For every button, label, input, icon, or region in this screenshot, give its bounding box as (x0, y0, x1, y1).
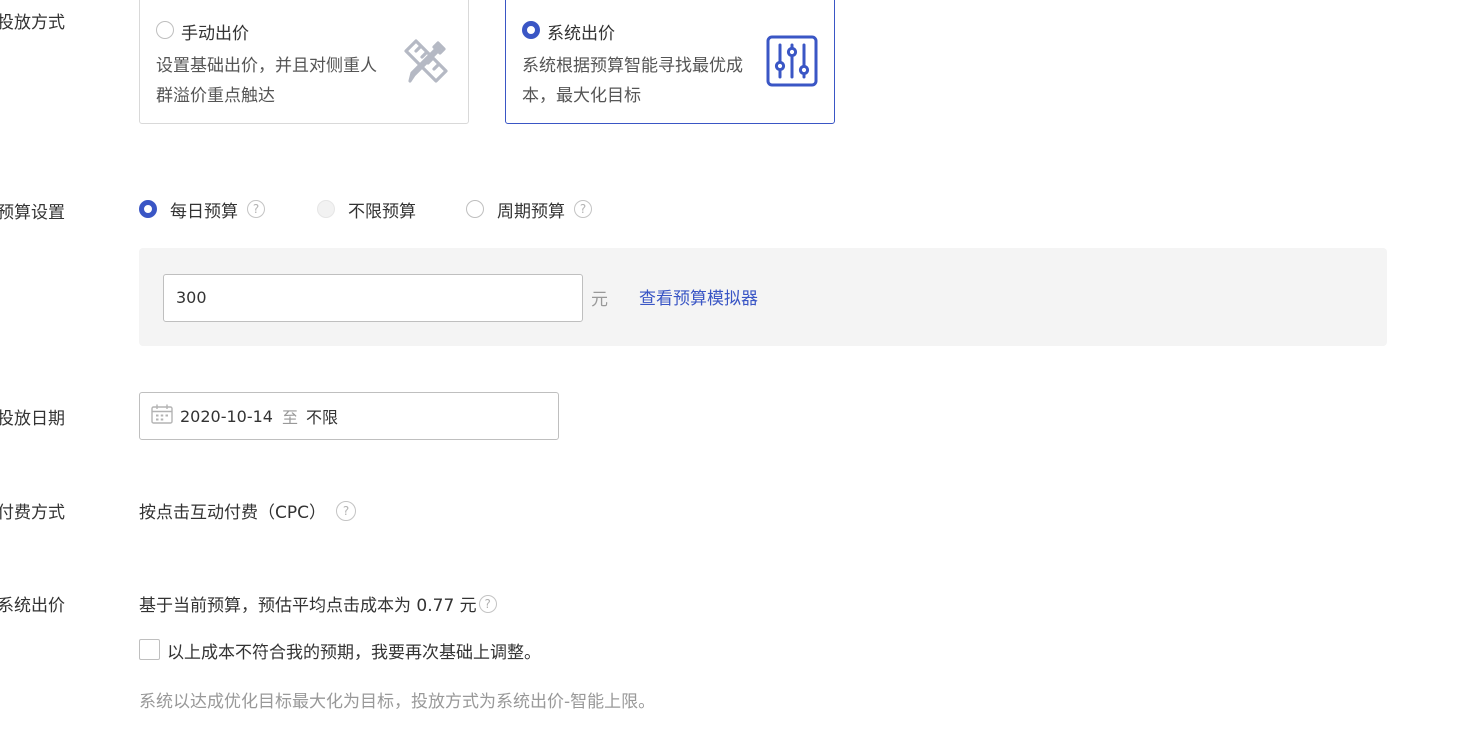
manual-bid-title: 手动出价 (181, 24, 249, 44)
budget-amount-input[interactable]: 300 (163, 274, 583, 322)
period-budget-radio[interactable] (466, 200, 484, 218)
manual-bid-card[interactable]: 手动出价 设置基础出价，并且对侧重人群溢价重点触达 (139, 0, 469, 124)
system-bid-hint: 系统以达成优化目标最大化为目标，投放方式为系统出价-智能上限。 (139, 692, 656, 712)
schedule-label: 投放日期 (0, 409, 65, 429)
adjust-cost-checkbox[interactable] (139, 639, 160, 660)
cpc-estimate-text: 基于当前预算，预估平均点击成本为 0.77 元 (139, 596, 477, 616)
help-icon[interactable]: ? (478, 594, 497, 613)
end-date: 不限 (306, 408, 339, 427)
budget-panel: 300 元 查看预算模拟器 (139, 248, 1387, 346)
budget-label: 预算设置 (0, 203, 65, 223)
system-bid-title: 系统出价 (547, 24, 615, 44)
system-bid-radio[interactable] (522, 21, 540, 39)
period-budget-option[interactable]: 周期预算 ? (466, 198, 592, 222)
calendar-icon (151, 404, 173, 428)
daily-budget-option[interactable]: 每日预算 ? (139, 198, 265, 222)
daily-budget-label: 每日预算 (170, 201, 238, 222)
pencil-ruler-icon (402, 37, 450, 89)
date-separator: 至 (281, 408, 298, 427)
help-icon[interactable]: ? (336, 500, 356, 521)
ad-settings-form: 投放方式 手动出价 设置基础出价，并且对侧重人群溢价重点触达 系统出价 系统根据… (0, 0, 1460, 753)
cpc-estimate: 基于当前预算，预估平均点击成本为 0.77 元 ? (139, 591, 497, 616)
system-bid-desc: 系统根据预算智能寻找最优成本，最大化目标 (522, 56, 743, 106)
bidding-method-label: 投放方式 (0, 13, 65, 33)
unlimited-budget-label: 不限预算 (348, 201, 416, 222)
budget-simulator-link[interactable]: 查看预算模拟器 (639, 284, 758, 309)
unlimited-budget-radio (317, 200, 335, 218)
payment-label: 付费方式 (0, 503, 65, 523)
help-icon[interactable]: ? (247, 200, 265, 218)
payment-method: 按点击互动付费（CPC） ? (139, 498, 356, 523)
manual-bid-desc: 设置基础出价，并且对侧重人群溢价重点触达 (156, 56, 377, 106)
adjust-cost-label[interactable]: 以上成本不符合我的预期，我要再次基础上调整。 (167, 638, 541, 663)
date-range-picker[interactable]: 2020-10-14 至 不限 (139, 392, 559, 440)
daily-budget-radio[interactable] (139, 200, 157, 218)
payment-value: 按点击互动付费（CPC） (139, 503, 326, 523)
period-budget-label: 周期预算 (497, 201, 565, 222)
system-bid-card[interactable]: 系统出价 系统根据预算智能寻找最优成本，最大化目标 (505, 0, 835, 124)
sliders-icon (766, 35, 818, 91)
system-bid-label: 系统出价 (0, 596, 65, 616)
unlimited-budget-option: 不限预算 (317, 198, 416, 222)
help-icon[interactable]: ? (574, 200, 592, 218)
budget-unit: 元 (591, 290, 608, 310)
manual-bid-radio[interactable] (156, 21, 174, 39)
start-date: 2020-10-14 (180, 406, 273, 426)
